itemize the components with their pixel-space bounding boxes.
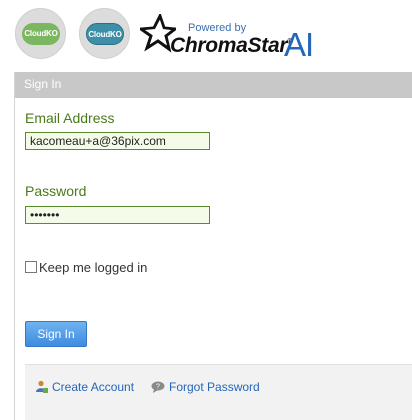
create-account-link[interactable]: Create Account <box>35 380 134 394</box>
email-label: Email Address <box>25 110 115 126</box>
logo-row: CloudKO CloudKO Powered by ChromaStar® A… <box>0 0 412 68</box>
svg-text:?: ? <box>156 384 160 391</box>
password-label: Password <box>25 183 87 199</box>
forgot-password-link[interactable]: ? Forgot Password <box>151 380 260 394</box>
chromastar-wordmark: ChromaStar® <box>170 34 293 57</box>
user-add-icon <box>36 380 48 393</box>
question-bubble-icon: ? <box>151 381 165 393</box>
cloudko-alt-logo: CloudKO <box>79 8 130 59</box>
remember-checkbox[interactable] <box>25 261 37 273</box>
remember-label: Keep me logged in <box>39 260 148 275</box>
powered-by-text: Powered by <box>188 22 247 34</box>
password-field[interactable] <box>25 206 210 224</box>
remember-me[interactable]: Keep me logged in <box>25 260 147 275</box>
sign-in-button[interactable]: Sign In <box>25 321 87 347</box>
cloud-icon: CloudKO <box>86 23 124 45</box>
cloud-icon: CloudKO <box>22 23 60 45</box>
panel-header: Sign In <box>15 72 412 98</box>
email-field[interactable] <box>25 132 210 150</box>
ai-wordmark: AI <box>284 26 314 63</box>
chromastar-logo: Powered by ChromaStar® AI <box>140 14 330 63</box>
signin-panel: Sign In Email Address Password Keep me l… <box>14 72 412 420</box>
cloudko-logo: CloudKO <box>15 8 66 59</box>
panel-title: Sign In <box>24 77 62 91</box>
